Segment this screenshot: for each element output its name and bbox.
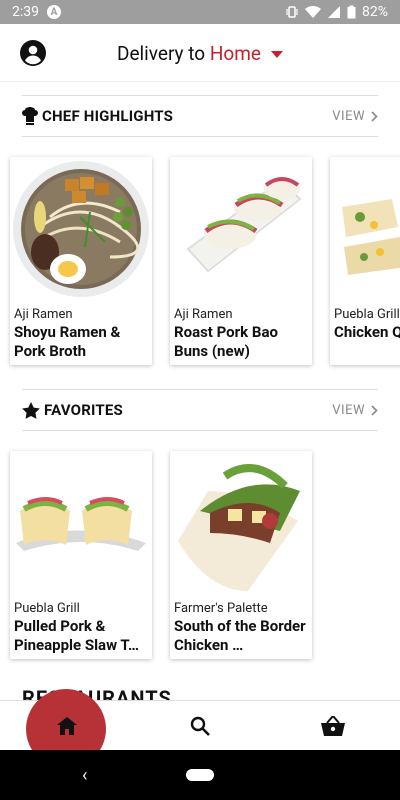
star-icon <box>22 401 40 419</box>
restaurant-name: Puebla Grill <box>14 601 80 616</box>
chevron-right-icon <box>371 110 378 122</box>
delivery-prefix: Delivery to <box>117 42 210 65</box>
favorite-card[interactable]: Farmer's Palette South of the Border Chi… <box>170 451 312 659</box>
status-time: 2:39 <box>12 4 39 20</box>
chef-highlights-title: CHEF HIGHLIGHTS <box>42 107 174 125</box>
favorites-header: FAVORITES VIEW <box>22 389 378 431</box>
home-pill[interactable] <box>186 769 214 781</box>
battery-percent: 82% <box>362 4 388 20</box>
dish-name: Chicken Quesadilla <box>334 323 400 341</box>
status-bar: 2:39 A 82% <box>0 0 400 24</box>
chevron-right-icon <box>371 404 378 416</box>
dish-name: Roast Pork Bao Buns (new) <box>174 323 278 360</box>
chef-highlights-header: CHEF HIGHLIGHTS VIEW <box>22 95 378 137</box>
view-label: VIEW <box>332 108 365 124</box>
ramen-image <box>10 157 152 303</box>
battery-icon <box>347 5 356 19</box>
bottom-navigation <box>0 688 400 769</box>
home-icon <box>56 716 77 735</box>
chef-hat-icon <box>22 107 38 125</box>
vibrate-icon <box>286 6 298 18</box>
chef-card[interactable]: Aji Ramen Shoyu Ramen & Pork Broth <box>10 157 152 365</box>
back-icon[interactable]: ‹ <box>82 765 87 786</box>
restaurant-name: Farmer's Palette <box>174 601 268 616</box>
wifi-icon <box>305 5 321 19</box>
nav-search[interactable] <box>133 701 266 751</box>
bao-buns-image <box>170 157 312 303</box>
favorite-card[interactable]: Puebla Grill Pulled Pork & Pineapple Sla… <box>10 451 152 659</box>
favorites-title: FAVORITES <box>44 401 123 419</box>
status-icons: 82% <box>285 4 388 20</box>
basket-icon <box>320 715 345 736</box>
restaurant-name: Puebla Grill <box>334 307 400 322</box>
dish-name: Shoyu Ramen & Pork Broth <box>14 323 121 360</box>
view-label: VIEW <box>332 402 365 418</box>
tacos-image <box>10 451 152 597</box>
delivery-location-selector[interactable]: Delivery to Home <box>0 42 400 65</box>
restaurant-name: Aji Ramen <box>14 307 73 322</box>
chef-highlights-view-link[interactable]: VIEW <box>332 109 378 124</box>
quesadilla-image <box>330 157 400 303</box>
chef-card[interactable]: Puebla Grill Chicken Quesadilla <box>330 157 400 365</box>
search-icon <box>190 716 210 736</box>
delivery-location: Home <box>209 42 261 65</box>
caret-down-icon <box>270 51 283 59</box>
wrap-image <box>170 451 312 597</box>
dish-name: Pulled Pork & Pineapple Slaw T… <box>14 617 140 654</box>
favorites-view-link[interactable]: VIEW <box>332 403 378 418</box>
app-notification-icon: A <box>47 5 61 19</box>
nav-cart[interactable] <box>266 701 399 751</box>
restaurant-name: Aji Ramen <box>174 307 233 322</box>
system-navigation-bar: ‹ <box>0 750 400 800</box>
nav-home[interactable] <box>0 688 133 769</box>
signal-icon <box>328 6 340 18</box>
app-header: Delivery to Home <box>0 24 400 82</box>
dish-name: South of the Border Chicken … <box>174 617 306 654</box>
home-feed[interactable]: CHEF HIGHLIGHTS VIEW Aji Ramen Shoyu Ram… <box>0 82 400 700</box>
chef-card[interactable]: Aji Ramen Roast Pork Bao Buns (new) <box>170 157 312 365</box>
